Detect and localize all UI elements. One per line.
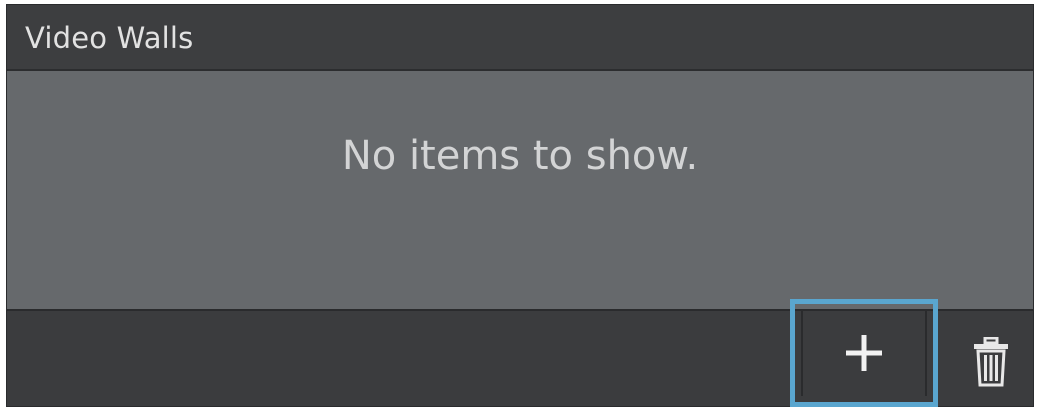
video-walls-panel: Video Walls No items to show. xyxy=(6,4,1034,407)
empty-state-message: No items to show. xyxy=(341,133,699,179)
items-list: No items to show. xyxy=(7,71,1033,309)
add-button[interactable] xyxy=(790,299,938,407)
panel-toolbar xyxy=(7,299,1033,407)
plus-icon xyxy=(846,335,882,371)
add-button-inner[interactable] xyxy=(801,310,927,396)
trash-icon xyxy=(974,337,1008,387)
delete-button[interactable] xyxy=(963,329,1019,395)
panel-title: Video Walls xyxy=(25,21,194,55)
panel-header: Video Walls xyxy=(7,5,1033,71)
